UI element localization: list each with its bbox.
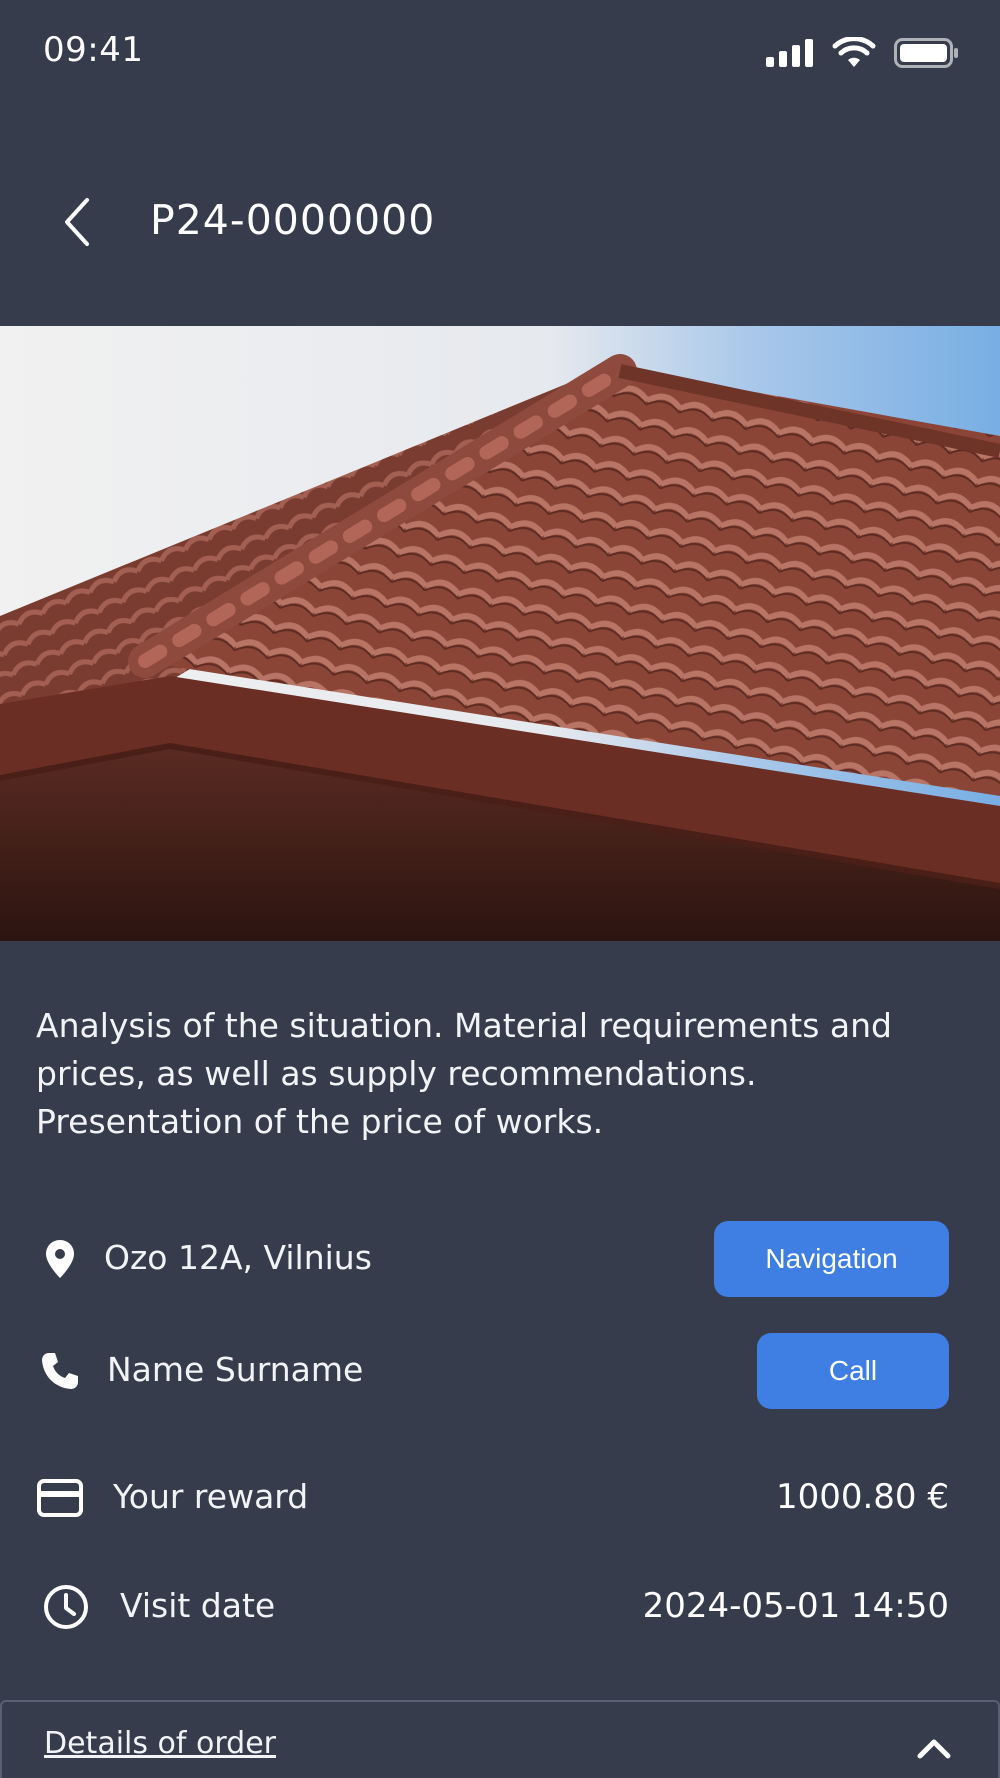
reward-row: Your reward 1000.80 € bbox=[0, 1460, 1000, 1536]
status-icons bbox=[766, 36, 960, 70]
roof-tiles-photo bbox=[0, 326, 1000, 941]
credit-card-icon bbox=[36, 1474, 84, 1522]
back-button[interactable] bbox=[52, 194, 102, 250]
status-bar: 09:41 bbox=[0, 0, 1000, 110]
status-time: 09:41 bbox=[43, 30, 144, 70]
details-panel: Details of order bbox=[0, 1700, 1000, 1778]
hero-image bbox=[0, 326, 1000, 941]
header: P24-0000000 bbox=[0, 170, 1000, 275]
wifi-icon bbox=[832, 37, 876, 67]
address-text: Ozo 12A, Vilnius bbox=[104, 1238, 372, 1277]
address-row: Ozo 12A, Vilnius Navigation bbox=[0, 1221, 1000, 1297]
visit-date-label: Visit date bbox=[120, 1586, 276, 1625]
visit-date-row: Visit date 2024-05-01 14:50 bbox=[0, 1569, 1000, 1645]
battery-icon bbox=[894, 38, 958, 68]
reward-label: Your reward bbox=[113, 1477, 309, 1516]
location-pin-icon bbox=[36, 1235, 84, 1283]
chevron-up-icon[interactable] bbox=[914, 1732, 954, 1762]
phone-icon bbox=[36, 1347, 84, 1395]
chevron-left-icon bbox=[65, 198, 89, 246]
call-button[interactable]: Call bbox=[757, 1333, 949, 1409]
contact-row: Name Surname Call bbox=[0, 1333, 1000, 1409]
clock-icon bbox=[42, 1583, 90, 1631]
navigation-button[interactable]: Navigation bbox=[714, 1221, 949, 1297]
signal-icon bbox=[766, 39, 813, 67]
contact-name: Name Surname bbox=[107, 1350, 364, 1389]
order-description: Analysis of the situation. Material requ… bbox=[36, 1006, 892, 1141]
visit-date-value: 2024-05-01 14:50 bbox=[642, 1586, 949, 1626]
reward-value: 1000.80 € bbox=[775, 1477, 949, 1517]
page-title: P24-0000000 bbox=[150, 196, 436, 244]
details-of-order-link[interactable]: Details of order bbox=[44, 1726, 276, 1761]
